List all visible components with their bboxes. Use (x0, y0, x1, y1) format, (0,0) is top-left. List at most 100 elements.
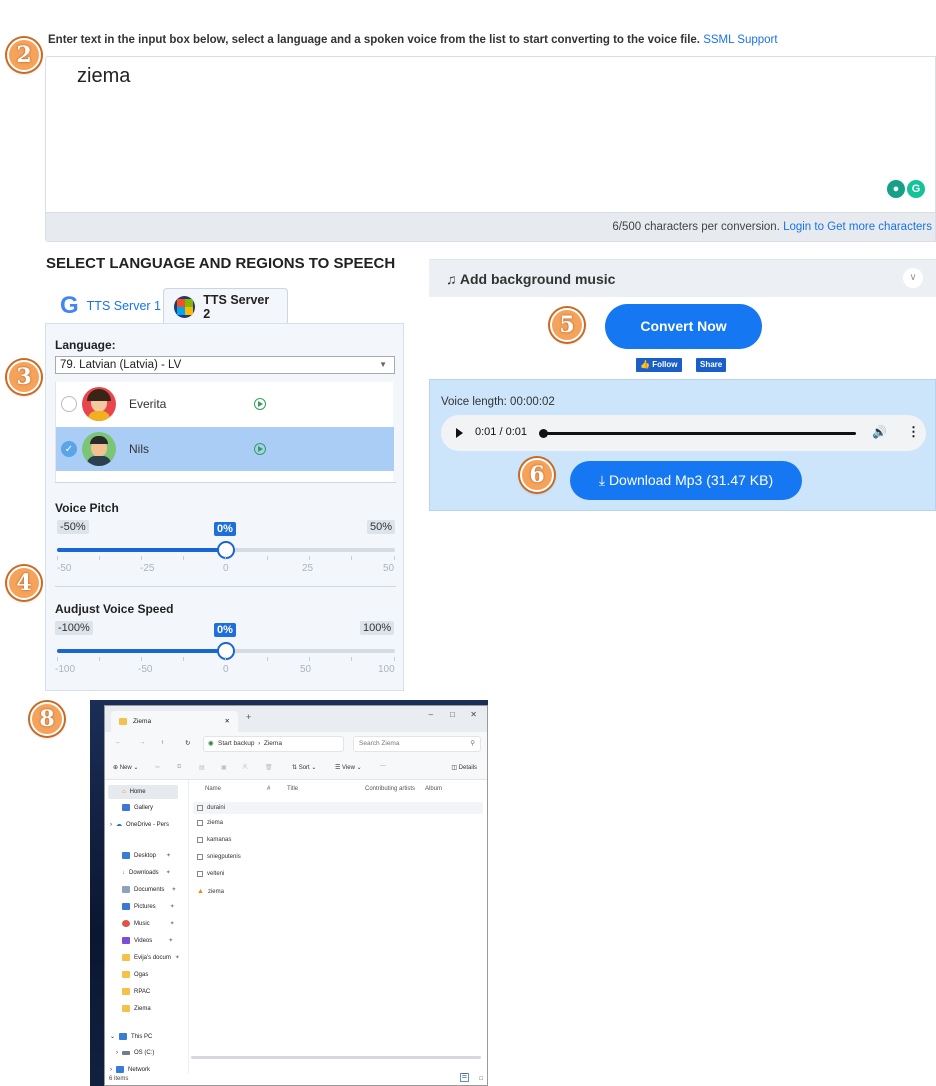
refresh-icon[interactable]: ↻ (185, 739, 190, 747)
rename-icon[interactable]: ▣ (221, 764, 227, 771)
close-window-icon[interactable]: ✕ (470, 710, 477, 719)
delete-icon[interactable]: 🗑 (265, 764, 273, 771)
voice-option-everita[interactable]: Everita (56, 382, 394, 426)
tiles-view-icon[interactable]: □ (479, 1073, 483, 1085)
column-title[interactable]: Title (287, 786, 298, 792)
tab-tts-server-2[interactable]: TTS Server 2 (163, 288, 288, 325)
facebook-follow-button[interactable]: 👍 Follow (636, 358, 682, 372)
text-input[interactable]: ziema ● G 6/500 characters per conversio… (45, 56, 936, 242)
volume-icon[interactable]: 🔊 (872, 425, 887, 439)
download-mp3-button[interactable]: ⤓ Download Mp3 (31.47 KB) (570, 461, 802, 500)
pitch-tick-label: -25 (140, 563, 155, 574)
folder-icon (122, 971, 130, 978)
sidebar-item-desktop[interactable]: Desktop ✦ (122, 852, 171, 859)
tab-tts-server-1[interactable]: G TTS Server 1 (50, 288, 171, 324)
copy-icon[interactable]: ⧉ (177, 764, 181, 771)
player-time: 0:01 / 0:01 (475, 426, 527, 438)
horizontal-scrollbar[interactable] (191, 1056, 481, 1059)
pitch-value-label: 0% (214, 522, 236, 536)
voice-radio[interactable]: ✓ (61, 441, 77, 457)
grammarly-icon[interactable]: G (907, 180, 925, 198)
sidebar-item-gallery[interactable]: Gallery (122, 804, 153, 811)
column-contributing-artists[interactable]: Contributing artists (365, 786, 415, 792)
file-row[interactable]: ziema (197, 820, 223, 826)
sort-button[interactable]: ⇅ Sort ⌄ (292, 764, 316, 771)
column-number[interactable]: # (267, 786, 270, 792)
column-name[interactable]: Name (205, 786, 221, 792)
play-preview-icon[interactable] (254, 443, 266, 455)
file-row[interactable]: sniegputenis (197, 854, 241, 860)
up-icon[interactable]: ↑ (161, 739, 164, 746)
sidebar-item-documents[interactable]: Documents ✦ (122, 886, 176, 893)
lightbulb-icon[interactable]: ● (887, 180, 905, 198)
sidebar-item-rpac[interactable]: RPAC (122, 988, 150, 995)
text-input-value[interactable]: ziema (77, 65, 130, 88)
step-badge-5: 5 (550, 308, 584, 342)
new-tab-icon[interactable]: + (246, 712, 251, 722)
play-icon[interactable] (456, 428, 463, 438)
sidebar-item-os-c[interactable]: › OS (C:) (116, 1050, 154, 1056)
sidebar-item-evijas-documents[interactable]: Evija's docum ✦ (122, 954, 180, 961)
ssml-support-link[interactable]: SSML Support (703, 34, 777, 46)
voice-radio[interactable] (61, 396, 77, 412)
sidebar-item-ogas[interactable]: Ogas (122, 971, 148, 978)
breadcrumb-item[interactable]: Start backup (218, 740, 255, 747)
sidebar-item-network[interactable]: › Network (110, 1066, 150, 1073)
file-row[interactable]: velteni (197, 871, 224, 877)
sidebar-item-pictures[interactable]: Pictures ✦ (122, 903, 175, 910)
sidebar-item-videos[interactable]: Videos ✦ (122, 937, 173, 944)
column-album[interactable]: Album (425, 786, 442, 792)
expand-icon[interactable]: › (110, 822, 112, 828)
language-label: Language: (55, 338, 116, 352)
chevron-down-icon[interactable]: ∨ (903, 268, 923, 288)
back-icon[interactable]: ← (115, 739, 122, 746)
folder-icon (122, 1005, 130, 1012)
sidebar-item-ziema[interactable]: Ziema (122, 1005, 151, 1012)
explorer-tab[interactable]: Ziema ✕ (111, 711, 238, 732)
maximize-icon[interactable]: □ (450, 710, 455, 719)
download-icon: ↓ (122, 869, 125, 876)
collapse-icon[interactable]: ⌄ (110, 1033, 115, 1040)
cut-icon[interactable]: ✂ (155, 764, 160, 771)
seek-bar[interactable] (539, 429, 856, 438)
facebook-share-button[interactable]: Share (696, 358, 727, 372)
explorer-status-bar: 6 items ☰ □ (105, 1073, 487, 1085)
item-count: 6 items (109, 1076, 129, 1082)
paste-icon[interactable]: ▤ (199, 764, 205, 771)
breadcrumb-item[interactable]: Ziema (264, 740, 282, 747)
new-button[interactable]: ⊕ New ⌄ (113, 764, 138, 771)
close-tab-icon[interactable]: ✕ (225, 711, 230, 732)
login-link[interactable]: Login to Get more characters (783, 221, 932, 233)
voice-option-nils[interactable]: ✓ Nils (56, 427, 394, 471)
play-preview-icon[interactable] (254, 398, 266, 410)
minimize-icon[interactable]: – (429, 710, 433, 719)
file-row[interactable]: duraini (193, 802, 483, 814)
sidebar-item-music[interactable]: Music ✦ (122, 920, 175, 927)
sidebar-item-home[interactable]: ⌂ Home (108, 785, 178, 799)
file-row[interactable]: ▲ ziema (197, 888, 224, 895)
details-view-icon[interactable]: ☰ (460, 1073, 469, 1082)
forward-icon[interactable]: → (139, 739, 146, 746)
more-options-icon[interactable]: ⋮ (907, 424, 920, 440)
expand-icon[interactable]: › (116, 1050, 118, 1056)
sidebar-item-downloads[interactable]: ↓ Downloads ✦ (122, 869, 171, 877)
step-badge-3: 3 (7, 360, 41, 394)
sidebar-item-this-pc[interactable]: ⌄ This PC (110, 1033, 152, 1040)
details-button[interactable]: ◫ Details (451, 764, 477, 771)
share-icon[interactable]: ⇱ (243, 764, 248, 771)
pitch-tick-label: -50 (57, 563, 72, 574)
column-headers: Name # Title Contributing artists Album (191, 786, 481, 798)
file-row[interactable]: kamanas (197, 837, 231, 843)
search-input[interactable]: Search Ziema ⚲ (353, 736, 481, 752)
expand-icon[interactable]: › (110, 1067, 112, 1073)
background-music-toggle[interactable]: ♫ Add background music ∨ (429, 259, 936, 297)
pitch-tick-label: 25 (302, 563, 314, 574)
more-button[interactable]: ··· (380, 763, 386, 769)
sidebar-item-onedrive[interactable]: › ☁ OneDrive - Pers (110, 821, 169, 829)
pitch-tick-label: 0 (223, 563, 229, 574)
language-select[interactable]: 79. Latvian (Latvia) - LV ▼ (55, 356, 395, 374)
cloud-icon: ☁ (116, 822, 122, 828)
breadcrumb[interactable]: ◉ Start backup › Ziema (203, 736, 344, 752)
view-button[interactable]: ☰ View ⌄ (335, 764, 362, 771)
convert-now-button[interactable]: Convert Now (605, 304, 762, 349)
